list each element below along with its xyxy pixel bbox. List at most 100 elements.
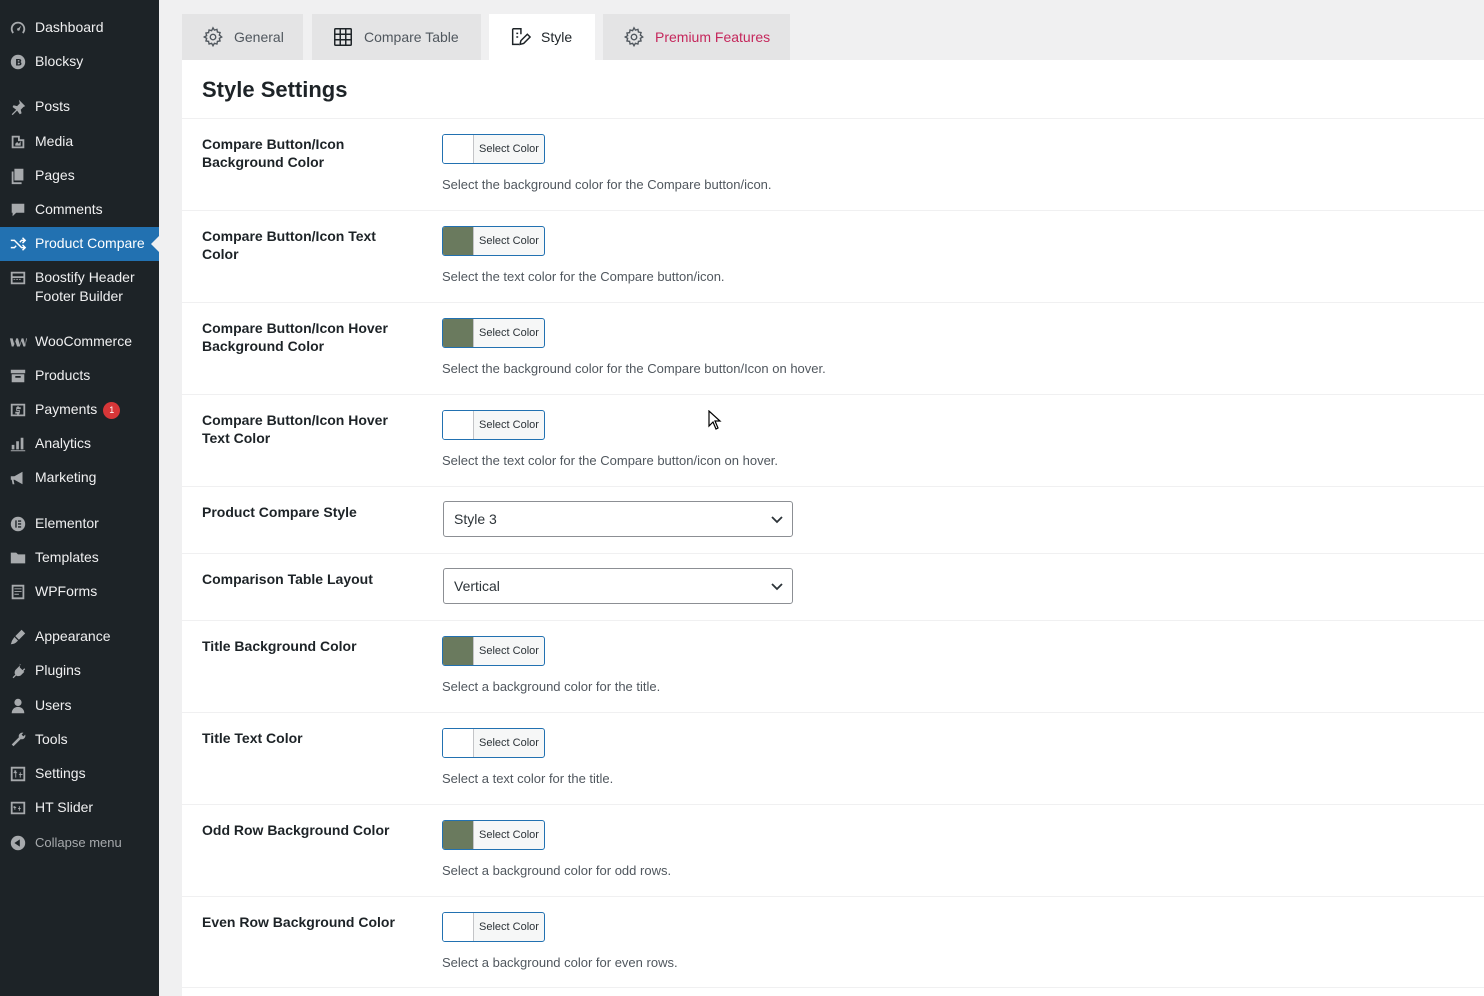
setting-row: Compare Button/Icon Text Color Select Co… bbox=[182, 210, 1484, 302]
tab-compare-table[interactable]: Compare Table bbox=[312, 14, 481, 60]
select-color-button[interactable]: Select Color bbox=[442, 820, 545, 850]
sidebar-item-products[interactable]: Products bbox=[0, 366, 159, 386]
tab-premium-features[interactable]: Premium Features bbox=[603, 14, 790, 60]
sidebar-item-appearance[interactable]: Appearance bbox=[0, 627, 159, 647]
sidebar-item-label: Product Compare bbox=[35, 235, 145, 251]
admin-sidebar: Dashboard B Blocksy Posts Media Pages Co… bbox=[0, 0, 159, 996]
folder-icon bbox=[8, 548, 28, 568]
sidebar-item-label: WooCommerce bbox=[35, 333, 132, 349]
sidebar-item-marketing[interactable]: Marketing bbox=[0, 468, 159, 488]
sidebar-item-label: Templates bbox=[35, 549, 99, 565]
sidebar-item-wpforms[interactable]: WPForms bbox=[0, 582, 159, 602]
setting-label: Product Compare Style bbox=[202, 504, 357, 520]
sidebar-item-elementor[interactable]: Elementor bbox=[0, 514, 159, 534]
select-color-button[interactable]: Select Color bbox=[442, 912, 545, 942]
sidebar-item-users[interactable]: Users bbox=[0, 696, 159, 716]
color-swatch bbox=[443, 637, 474, 665]
sidebar-item-product-compare[interactable]: Product Compare bbox=[0, 227, 159, 261]
sidebar-item-label: Users bbox=[35, 697, 72, 713]
pages-icon bbox=[8, 166, 28, 186]
sidebar-item-templates[interactable]: Templates bbox=[0, 548, 159, 568]
sidebar-item-label: Comments bbox=[35, 201, 103, 217]
table-layout-select[interactable]: Vertical bbox=[443, 568, 793, 604]
sidebar-item-label: Products bbox=[35, 367, 91, 383]
sidebar-item-media[interactable]: Media bbox=[0, 132, 159, 152]
setting-row: Even Row Background Color Select Color S… bbox=[182, 896, 1484, 988]
setting-row: Product Compare Style Style 3 bbox=[182, 486, 1484, 553]
sidebar-item-label: Posts bbox=[35, 98, 71, 114]
chevron-down-icon bbox=[771, 516, 783, 524]
archive-icon bbox=[8, 366, 28, 386]
settings-icon bbox=[8, 764, 28, 784]
collapse-menu-button[interactable]: Collapse menu bbox=[0, 833, 159, 853]
tab-style[interactable]: Style bbox=[489, 14, 595, 60]
blocksy-icon: B bbox=[8, 52, 28, 72]
sidebar-item-analytics[interactable]: Analytics bbox=[0, 434, 159, 454]
sidebar-item-plugins[interactable]: Plugins bbox=[0, 661, 159, 681]
user-icon bbox=[8, 696, 28, 716]
analytics-icon bbox=[8, 434, 28, 454]
sidebar-item-label: Collapse menu bbox=[35, 835, 122, 850]
select-color-label: Select Color bbox=[479, 737, 539, 749]
style-settings-panel: Style Settings Compare Button/Icon Backg… bbox=[182, 60, 1484, 996]
sidebar-item-posts[interactable]: Posts bbox=[0, 97, 159, 117]
sidebar-item-ht-slider[interactable]: HT Slider bbox=[0, 798, 159, 818]
select-color-button[interactable]: Select Color bbox=[442, 226, 545, 256]
tab-label: Premium Features bbox=[655, 29, 771, 45]
select-value: Vertical bbox=[454, 578, 500, 594]
select-color-button[interactable]: Select Color bbox=[442, 318, 545, 348]
setting-description: Select a background color for even rows. bbox=[442, 955, 678, 970]
notification-badge: 1 bbox=[103, 402, 121, 419]
gear-icon bbox=[623, 26, 645, 48]
sidebar-item-label: Pages bbox=[35, 167, 75, 183]
sidebar-item-boostify[interactable]: Boostify Header Footer Builder bbox=[0, 268, 159, 306]
sidebar-item-settings[interactable]: Settings bbox=[0, 764, 159, 784]
select-color-button[interactable]: Select Color bbox=[442, 636, 545, 666]
sidebar-item-pages[interactable]: Pages bbox=[0, 166, 159, 186]
sidebar-item-dashboard[interactable]: Dashboard bbox=[0, 18, 159, 38]
setting-row: Odd Row Background Color Select Color Se… bbox=[182, 804, 1484, 896]
select-color-label: Select Color bbox=[479, 327, 539, 339]
plug-icon bbox=[8, 661, 28, 681]
tab-label: Style bbox=[541, 29, 573, 45]
comments-icon bbox=[8, 200, 28, 220]
setting-description: Select the text color for the Compare bu… bbox=[442, 269, 725, 284]
sidebar-item-tools[interactable]: Tools bbox=[0, 730, 159, 750]
pin-icon bbox=[8, 97, 28, 117]
select-color-label: Select Color bbox=[479, 829, 539, 841]
table-grid-icon bbox=[332, 26, 354, 48]
sidebar-item-label: Payments 1 bbox=[35, 400, 121, 419]
select-color-button[interactable]: Select Color bbox=[442, 134, 545, 164]
select-color-label: Select Color bbox=[479, 143, 539, 155]
sidebar-item-comments[interactable]: Comments bbox=[0, 200, 159, 220]
tab-general[interactable]: General bbox=[182, 14, 303, 60]
setting-label: Comparison Table Layout bbox=[202, 571, 373, 587]
style-brush-icon bbox=[509, 26, 531, 48]
sidebar-item-label: Boostify Header Footer Builder bbox=[35, 269, 135, 304]
select-color-button[interactable]: Select Color bbox=[442, 410, 545, 440]
wrench-icon bbox=[8, 730, 28, 750]
setting-label: Even Row Background Color bbox=[202, 914, 395, 930]
product-compare-style-select[interactable]: Style 3 bbox=[443, 501, 793, 537]
select-color-button[interactable]: Select Color bbox=[442, 728, 545, 758]
sidebar-item-blocksy[interactable]: B Blocksy bbox=[0, 52, 159, 72]
select-color-label: Select Color bbox=[479, 921, 539, 933]
color-swatch bbox=[443, 135, 474, 163]
setting-label: Compare Button/Icon Text Color bbox=[202, 228, 376, 262]
setting-description: Select the text color for the Compare bu… bbox=[442, 453, 779, 468]
payments-label: Payments bbox=[35, 401, 98, 417]
setting-label: Compare Button/Icon Background Color bbox=[202, 136, 345, 170]
sidebar-item-label: Elementor bbox=[35, 515, 99, 531]
tab-label: Compare Table bbox=[364, 29, 459, 45]
builder-icon bbox=[8, 268, 28, 288]
sidebar-item-label: HT Slider bbox=[35, 799, 94, 815]
sidebar-item-payments[interactable]: Payments 1 bbox=[0, 400, 159, 420]
setting-row: Title Text Color Select Color Select a t… bbox=[182, 712, 1484, 804]
setting-row: Compare Button/Icon Hover Text Color Sel… bbox=[182, 394, 1484, 486]
sidebar-item-label: Media bbox=[35, 133, 74, 149]
setting-label: Odd Row Background Color bbox=[202, 822, 390, 838]
setting-row: Compare Button/Icon Hover Background Col… bbox=[182, 302, 1484, 394]
sidebar-item-woocommerce[interactable]: WooCommerce bbox=[0, 332, 159, 352]
page-title: Style Settings bbox=[202, 77, 348, 102]
gear-icon bbox=[202, 26, 224, 48]
